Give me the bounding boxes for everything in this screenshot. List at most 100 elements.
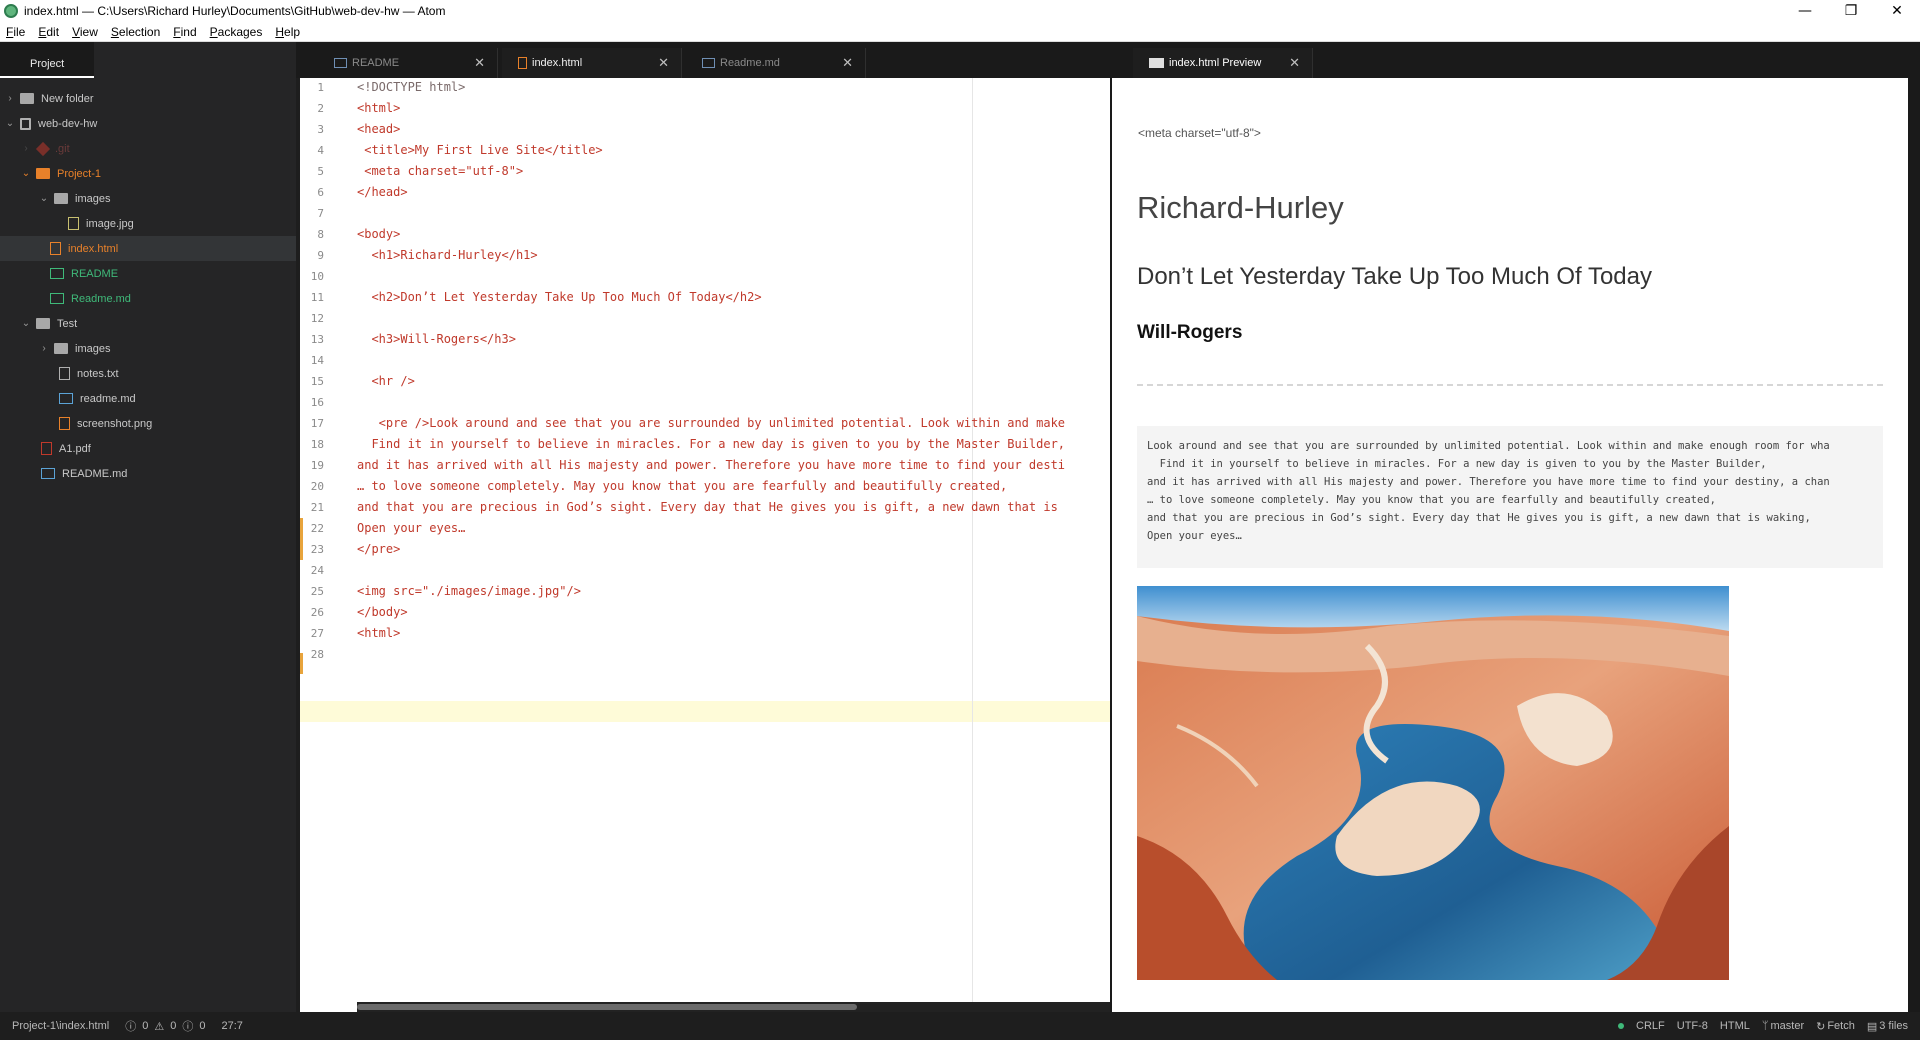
tab-index-html-preview[interactable]: index.html Preview ✕ (1133, 48, 1313, 78)
file-encoding[interactable]: UTF-8 (1677, 1020, 1708, 1032)
close-window-button[interactable]: ✕ (1874, 0, 1920, 22)
status-bar: Project-1\index.html ⓘ 0 ⚠ 0 ⓘ 0 27:7 CR… (0, 1012, 1920, 1040)
tree-item-images[interactable]: ⌄ images (0, 186, 296, 211)
status-file-path[interactable]: Project-1\index.html (12, 1020, 109, 1032)
status-dot-icon (1618, 1023, 1625, 1029)
line-number: 11 (310, 291, 324, 304)
restore-button[interactable]: ❐ (1828, 0, 1874, 22)
line-number: 3 (317, 123, 324, 136)
line-number: 16 (310, 396, 324, 409)
line-number: 10 (310, 270, 324, 283)
book-icon (41, 468, 55, 479)
tab-label: Readme.md (720, 57, 780, 69)
code-editor[interactable]: 1 2 3 4 5 6 7 8 9 10 11 12 13 14 15 16 17 18 19 20 21 22 23 24 2… (300, 78, 1110, 1012)
tree-item-label: .git (55, 142, 70, 155)
tree-item-notes-txt[interactable]: notes.txt (0, 361, 296, 386)
tree-item-label: notes.txt (77, 367, 119, 380)
menu-selection[interactable]: Selection (111, 25, 160, 39)
html-preview-pane[interactable]: <meta charset="utf-8"> Richard-Hurley Do… (1112, 78, 1908, 1012)
line-number: 17 (310, 417, 324, 430)
cursor-position[interactable]: 27:7 (221, 1020, 242, 1032)
line-number: 23 (310, 543, 324, 556)
info-icon: ⓘ (182, 1021, 194, 1033)
tree-item-screenshot-png[interactable]: screenshot.png (0, 411, 296, 436)
fetch-icon: ↻ (1816, 1020, 1826, 1033)
changed-files-count[interactable]: 3 files (1879, 1020, 1908, 1032)
code-line: <meta charset="utf-8"> (357, 164, 524, 178)
menu-find[interactable]: Find (173, 25, 196, 39)
horizontal-scrollbar[interactable] (357, 1002, 1110, 1012)
close-icon[interactable]: ✕ (474, 55, 485, 71)
line-number: 27 (310, 627, 324, 640)
vertical-scrollbar[interactable] (1908, 78, 1920, 1012)
git-branch[interactable]: master (1770, 1020, 1804, 1032)
tree-item-test-images[interactable]: › images (0, 336, 296, 361)
menu-view[interactable]: View (72, 25, 98, 39)
error-count[interactable]: 0 (142, 1020, 148, 1032)
code-line: <html> (357, 101, 401, 115)
project-panel-tab[interactable]: Project (0, 42, 94, 78)
files-icon: ▤ (1866, 1020, 1878, 1033)
info-count[interactable]: 0 (199, 1020, 205, 1032)
git-fetch-button[interactable]: Fetch (1827, 1020, 1855, 1032)
tree-item-root-readme-md[interactable]: README.md (0, 461, 296, 486)
folder-icon (54, 193, 68, 204)
folder-icon (36, 318, 50, 329)
tab-label: index.html Preview (1169, 57, 1262, 69)
tree-item-label: index.html (68, 242, 119, 255)
chevron-right-icon: › (24, 143, 28, 154)
tab-readme[interactable]: README ✕ (318, 48, 498, 78)
code-line: <h1>Richard-Hurley</h1> (357, 248, 538, 262)
tree-item-web-dev-hw[interactable]: ⌄ web-dev-hw (0, 111, 296, 136)
tree-item-git[interactable]: › .git (0, 136, 296, 161)
line-number: 7 (317, 207, 324, 220)
close-icon[interactable]: ✕ (658, 55, 669, 71)
code-line: </head> (357, 185, 408, 199)
code-line: <pre />Look around and see that you are … (357, 416, 1066, 430)
line-number: 5 (317, 165, 324, 178)
tree-item-test[interactable]: ⌄ Test (0, 311, 296, 336)
tree-item-a1-pdf[interactable]: A1.pdf (0, 436, 296, 461)
minimize-button[interactable]: — (1782, 0, 1828, 22)
scrollbar-thumb[interactable] (357, 1004, 857, 1010)
preview-meta-text: <meta charset="utf-8"> (1138, 126, 1261, 140)
warning-count[interactable]: 0 (170, 1020, 176, 1032)
line-ending[interactable]: CRLF (1636, 1020, 1665, 1032)
tree-item-image-jpg[interactable]: image.jpg (0, 211, 296, 236)
menu-packages[interactable]: Packages (210, 25, 263, 39)
code-line: … to love someone completely. May you kn… (357, 479, 1008, 493)
grammar-selector[interactable]: HTML (1720, 1020, 1750, 1032)
code-line: </body> (357, 605, 408, 619)
tree-item-project-1[interactable]: ⌄ Project-1 (0, 161, 296, 186)
code-line: and that you are precious in God’s sight… (357, 500, 1058, 514)
chevron-right-icon: › (42, 343, 46, 354)
tree-item-label: Readme.md (71, 292, 131, 305)
image-file-icon (59, 417, 70, 430)
tab-label: README (352, 57, 400, 69)
menu-edit[interactable]: Edit (38, 25, 59, 39)
tree-item-test-readme-md[interactable]: readme.md (0, 386, 296, 411)
html-file-icon (518, 57, 527, 69)
menu-help[interactable]: Help (275, 25, 300, 39)
project-tree-panel: Project › New folder ⌄ web-dev-hw › .git… (0, 42, 296, 1012)
tab-readme-md[interactable]: Readme.md ✕ (686, 48, 866, 78)
preview-heading-1: Richard-Hurley (1137, 190, 1344, 225)
line-number: 18 (310, 438, 324, 451)
tree-item-readme[interactable]: README (0, 261, 296, 286)
tree-item-readme-md[interactable]: Readme.md (0, 286, 296, 311)
tree-item-new-folder[interactable]: › New folder (0, 86, 296, 111)
preview-heading-3: Will-Rogers (1137, 322, 1243, 343)
folder-icon (20, 93, 34, 104)
code-lines: <!DOCTYPE html> <html> <head> <title>My Fi… (357, 78, 1110, 1012)
menu-file[interactable]: File (6, 25, 25, 39)
tree-item-label: README (71, 267, 119, 280)
line-number: 15 (310, 375, 324, 388)
tab-index-html[interactable]: index.html ✕ (502, 48, 682, 78)
tree-item-index-html[interactable]: index.html (0, 236, 296, 261)
code-line: and it has arrived with all His majesty … (357, 458, 1066, 472)
close-icon[interactable]: ✕ (1289, 55, 1300, 71)
pre-line: and that you are precious in God’s sight… (1147, 512, 1811, 524)
preview-pre-block: Look around and see that you are surroun… (1137, 426, 1883, 568)
code-line: <h3>Will-Rogers</h3> (357, 332, 516, 346)
close-icon[interactable]: ✕ (842, 55, 853, 71)
